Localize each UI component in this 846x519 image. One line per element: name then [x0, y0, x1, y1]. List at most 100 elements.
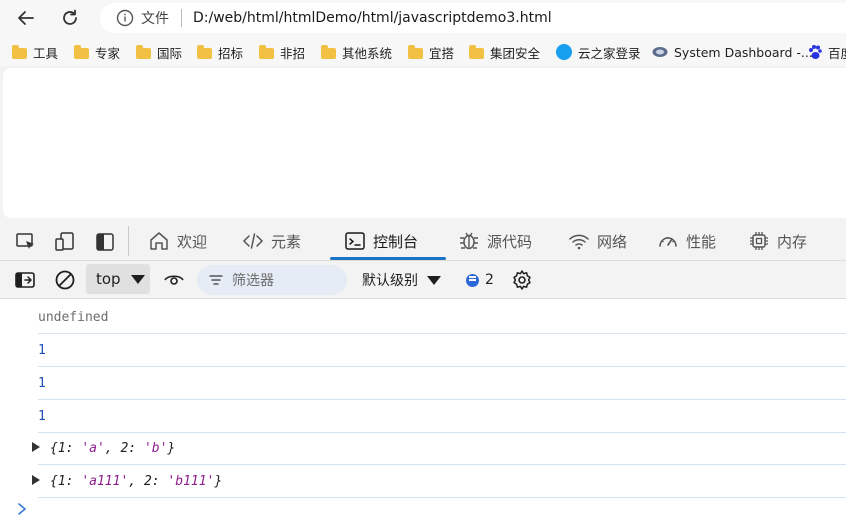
folder-icon [321, 44, 336, 59]
live-expression-button[interactable] [162, 268, 186, 292]
folder-icon [12, 44, 27, 59]
address-bar[interactable]: 文件 D:/web/html/htmlDemo/html/javascriptd… [100, 3, 846, 33]
back-button[interactable] [12, 4, 40, 32]
sidebar-toggle-icon [15, 272, 35, 288]
filter-input[interactable]: 筛选器 [197, 265, 347, 295]
tab-label: 源代码 [487, 232, 533, 251]
console-value: undefined [38, 309, 109, 325]
device-emulation-icon [55, 232, 74, 251]
bookmark-label: 工具 [33, 45, 59, 61]
folder-icon [74, 44, 89, 59]
bookmark-item[interactable]: 招标 [197, 43, 243, 61]
expand-triangle-icon[interactable] [32, 475, 40, 485]
bookmark-label: 招标 [218, 45, 244, 61]
tab-console[interactable]: 控制台 [330, 222, 446, 260]
bookmark-item[interactable]: 专家 [74, 43, 120, 61]
issues-count: 2 [485, 272, 494, 288]
inspect-element-button[interactable] [14, 230, 38, 254]
bookmark-item[interactable]: 宜搭 [408, 43, 454, 61]
code-tag-icon [242, 233, 264, 249]
console-prompt-chevron-icon[interactable] [16, 502, 28, 516]
bookmark-item[interactable]: 集团安全 [469, 43, 540, 61]
console-message: undefined [38, 301, 846, 334]
console-message: 1 [38, 367, 846, 400]
reload-button[interactable] [56, 4, 84, 32]
bookmark-label: 非招 [280, 45, 306, 61]
issues-counter[interactable]: 2 [466, 269, 494, 291]
bookmark-item[interactable]: 国际 [136, 43, 182, 61]
filter-icon [209, 275, 223, 285]
tab-label: 元素 [271, 232, 302, 251]
folder-icon [259, 44, 274, 59]
folder-icon [136, 44, 151, 59]
home-icon [150, 232, 168, 250]
bookmark-label: 国际 [157, 45, 183, 61]
bookmark-label: System Dashboard -... [674, 44, 813, 60]
console-message[interactable]: {1: 'a111', 2: 'b111'} [32, 465, 846, 498]
expand-triangle-icon[interactable] [32, 442, 40, 452]
tab-label: 内存 [777, 232, 808, 251]
gauge-icon [659, 237, 677, 247]
page-viewport[interactable] [3, 68, 846, 218]
tab-elements[interactable]: 元素 [242, 222, 301, 260]
console-value: 1 [38, 408, 46, 424]
more-tabs-button[interactable] [836, 230, 846, 254]
console-settings-button[interactable] [510, 268, 534, 292]
wifi-icon [569, 234, 589, 250]
tab-label: 控制台 [373, 232, 419, 251]
console-output[interactable]: undefined 1 1 1 {1: 'a', 2: 'b'} {1: 'a1… [0, 299, 846, 519]
device-emulation-button[interactable] [53, 230, 77, 254]
reload-icon [63, 9, 77, 25]
dock-panel-button[interactable] [93, 230, 117, 254]
back-arrow-icon [18, 11, 34, 25]
show-sidebar-button[interactable] [13, 268, 37, 292]
console-message[interactable]: {1: 'a', 2: 'b'} [32, 432, 846, 465]
tab-network[interactable]: 网络 [568, 222, 627, 260]
bookmark-label: 其他系统 [342, 45, 393, 61]
browser-toolbar: 文件 D:/web/html/htmlDemo/html/javascriptd… [0, 0, 846, 36]
live-expression-eye-icon [164, 275, 184, 285]
folder-icon [408, 44, 423, 59]
context-selector[interactable]: top [86, 264, 150, 294]
bookmark-item[interactable]: 其他系统 [321, 43, 392, 61]
chip-icon [750, 232, 768, 250]
dashboard-icon [652, 47, 668, 57]
dock-panel-icon [96, 233, 114, 251]
bookmark-label: 专家 [95, 45, 121, 61]
log-level-selector[interactable]: 默认级别 [362, 268, 441, 292]
bookmark-label: 云之家登录 [578, 45, 641, 61]
console-value: 1 [38, 375, 46, 391]
tab-sources[interactable]: 源代码 [458, 222, 532, 260]
baidu-paw-icon [809, 45, 822, 59]
issues-bubble-icon [466, 273, 479, 287]
bookmark-label: 宜搭 [429, 45, 455, 61]
console-value: 1 [38, 342, 46, 358]
bug-icon [460, 232, 478, 250]
tab-label: 欢迎 [177, 232, 208, 251]
object-preview: {1: 'a111', 2: 'b111'} [50, 473, 223, 489]
bookmark-item[interactable]: 云之家登录 [556, 43, 641, 61]
chevron-down-icon [130, 274, 145, 284]
console-message: 1 [38, 334, 846, 367]
object-preview: {1: 'a', 2: 'b'} [50, 440, 176, 456]
info-icon[interactable] [116, 9, 134, 27]
bookmarks-bar: 工具 专家 国际 招标 非招 其他系统 宜搭 集团安全 云之家登录 System… [0, 36, 846, 66]
clear-console-button[interactable] [53, 268, 77, 292]
cloud-icon [556, 44, 572, 60]
tab-label: 性能 [686, 232, 717, 251]
tab-memory[interactable]: 内存 [748, 222, 807, 260]
tab-welcome[interactable]: 欢迎 [148, 222, 207, 260]
url-scheme-label: 文件 [141, 11, 169, 27]
bookmark-item[interactable]: 工具 [12, 43, 58, 61]
filter-placeholder: 筛选器 [232, 273, 274, 289]
bookmark-item[interactable]: 非招 [259, 43, 305, 61]
console-icon [345, 232, 365, 250]
chevron-down-icon [427, 275, 441, 285]
bookmark-item[interactable]: System Dashboard -... [652, 43, 813, 61]
folder-icon [197, 44, 212, 59]
bookmark-item[interactable]: 百度 [808, 43, 846, 61]
tab-performance[interactable]: 性能 [657, 222, 716, 260]
log-level-label: 默认级别 [362, 273, 418, 289]
url-text[interactable]: D:/web/html/htmlDemo/html/javascriptdemo… [193, 10, 552, 26]
folder-icon [469, 44, 484, 59]
